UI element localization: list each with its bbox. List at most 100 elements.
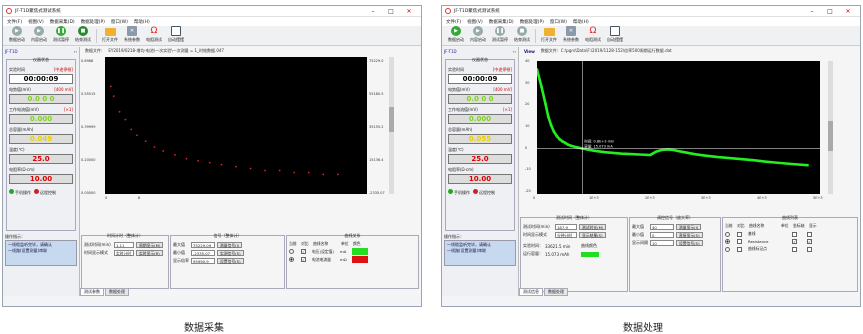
compare-checkbox[interactable]: ✓	[301, 249, 306, 254]
signal-row: 显示间隔 10 设置信号(S)	[632, 240, 718, 246]
col-header: 对比	[301, 241, 309, 246]
content-start-button[interactable]: ▶ 内容启动	[467, 26, 489, 43]
axis-checkbox[interactable]: ✓	[792, 239, 797, 244]
menu-acquire[interactable]: 数据采集(D)	[489, 19, 514, 25]
curve-row: ✓ 电压(设定值) mA	[289, 248, 416, 255]
tab-test-params[interactable]: 测试参数	[80, 288, 104, 296]
content-start-button[interactable]: ▶ 内容启动	[28, 26, 50, 43]
resistance-test-button[interactable]: Ω 电阻测试	[582, 26, 604, 43]
time-mode-select[interactable]: 分钟计时	[555, 232, 577, 238]
resistance-test-button[interactable]: Ω 电阻测试	[143, 26, 165, 43]
show-result-button[interactable]: 显示结果(S)	[579, 232, 606, 238]
menu-window[interactable]: 窗口(W)	[550, 19, 567, 25]
auto-swing-button[interactable]: 自动摆摆	[165, 26, 187, 43]
minimize-button[interactable]: –	[364, 8, 382, 15]
menu-process[interactable]: 数据处理(P)	[81, 19, 105, 25]
menu-file[interactable]: 文件(F)	[7, 19, 22, 25]
curve-color-swatch[interactable]	[581, 251, 599, 257]
menu-view[interactable]: 视图(V)	[28, 19, 44, 25]
field-label: 显示倍率	[173, 258, 189, 263]
signal-button[interactable]: 直接显示(S)	[676, 232, 703, 238]
stop-icon: ■	[517, 26, 527, 36]
period-display-button[interactable]: 周期显示(M)	[136, 242, 164, 248]
close-button[interactable]: ✕	[400, 8, 418, 15]
test-time-input[interactable]: 187.9	[555, 224, 577, 230]
vertical-scrollbar[interactable]	[389, 57, 394, 194]
signal-button[interactable]: 测量显示(I)	[676, 224, 702, 230]
signal-input[interactable]: 10	[650, 240, 674, 246]
signal-input[interactable]: 0	[650, 232, 674, 238]
realtime-display-button[interactable]: 实时显示(R)	[136, 250, 163, 256]
visible-checkbox[interactable]	[807, 246, 812, 252]
menu-help[interactable]: 帮助(H)	[134, 19, 150, 25]
system-params-button[interactable]: ✕ 系统参数	[121, 26, 143, 43]
curve-color-swatch[interactable]	[352, 256, 368, 263]
scroll-thumb[interactable]	[828, 121, 833, 151]
compare-checkbox[interactable]	[737, 246, 742, 252]
current-radio[interactable]	[289, 257, 294, 262]
menu-view[interactable]: 视图(V)	[467, 19, 483, 25]
pause-button[interactable]: ❚❚ 测试暂停	[50, 26, 72, 43]
signal-button[interactable]: 测量信号(I)	[217, 242, 243, 248]
pause-button[interactable]: ❚❚ 测试暂停	[489, 26, 511, 43]
signal-input[interactable]: 75229.09	[191, 242, 215, 248]
local-control[interactable]: 手机操作	[9, 189, 31, 196]
status-dot-icon	[34, 189, 39, 194]
maximize-button[interactable]: □	[382, 8, 400, 15]
start-button[interactable]: ▶ 数据启动	[445, 26, 467, 43]
minimize-button[interactable]: –	[803, 8, 821, 15]
maximize-button[interactable]: □	[821, 8, 839, 15]
curve-color-swatch[interactable]	[352, 248, 368, 255]
compare-checkbox[interactable]	[737, 239, 742, 244]
axis-checkbox[interactable]	[792, 231, 797, 237]
panel-title: 测试时间（整体计）	[556, 215, 592, 220]
curve-unit: mΩ	[340, 257, 347, 262]
stop-button[interactable]: ■ 结束测试	[72, 26, 94, 43]
compare-checkbox[interactable]	[737, 231, 742, 237]
stop-button[interactable]: ■ 结束测试	[511, 26, 533, 43]
duration-button[interactable]: 测试时长(M)	[579, 224, 607, 230]
scroll-thumb[interactable]	[389, 107, 394, 132]
current-radio[interactable]	[725, 239, 730, 244]
signal-input[interactable]: 95990.9	[191, 258, 215, 264]
remote-control[interactable]: 远程控制	[34, 189, 56, 196]
auto-swing-button[interactable]: 自动摆摆	[604, 26, 626, 43]
signal-input[interactable]: 40	[650, 224, 674, 230]
signal-button[interactable]: 设置信号(S)	[676, 240, 703, 246]
menu-window[interactable]: 窗口(W)	[111, 19, 128, 25]
compare-checkbox[interactable]: ✓	[301, 257, 306, 262]
tab-data-process[interactable]: 数据处理	[105, 288, 129, 296]
start-button[interactable]: ▶ 数据启动	[6, 26, 28, 43]
close-button[interactable]: ✕	[839, 8, 857, 15]
acquisition-plot[interactable]	[105, 57, 367, 194]
visible-checkbox[interactable]: ✓	[807, 239, 812, 244]
visible-checkbox[interactable]	[807, 231, 812, 237]
plot-svg	[109, 85, 339, 176]
signal-button[interactable]: 设置信号(S)	[217, 258, 244, 264]
menu-file[interactable]: 文件(F)	[446, 19, 461, 25]
pin-icon[interactable]: ‹‹	[74, 49, 77, 56]
signal-button[interactable]: 实测信号(S)	[217, 250, 244, 256]
remote-control[interactable]: 远程控制	[473, 189, 495, 196]
processing-plot[interactable]: 时间: 0.8E+3 min 容量: 15.073 mA	[535, 61, 820, 194]
signal-input[interactable]: -2335.07	[191, 250, 215, 256]
test-time-input[interactable]: 1.11	[114, 242, 134, 248]
tab-test-info[interactable]: 测试信息	[519, 288, 543, 296]
current-radio[interactable]	[725, 231, 730, 237]
menu-process[interactable]: 数据处理(P)	[520, 19, 544, 25]
current-radio[interactable]	[725, 246, 730, 252]
menu-acquire[interactable]: 数据采集(D)	[50, 19, 75, 25]
local-control[interactable]: 手机操作	[448, 189, 470, 196]
menu-help[interactable]: 帮助(H)	[573, 19, 589, 25]
current-radio[interactable]	[289, 249, 294, 254]
vertical-scrollbar[interactable]	[828, 61, 833, 194]
axis-checkbox[interactable]	[792, 246, 797, 252]
data-point	[235, 165, 237, 168]
tab-data-process[interactable]: 数据处理	[544, 288, 568, 296]
open-file-button[interactable]: 打开文件	[99, 28, 121, 43]
open-file-button[interactable]: 打开文件	[538, 28, 560, 43]
system-params-button[interactable]: ✕ 系统参数	[560, 26, 582, 43]
pin-icon[interactable]: ‹‹	[513, 49, 516, 56]
time-mode-select[interactable]: 实时计时	[114, 250, 134, 256]
field-label: 最小值	[632, 232, 644, 237]
